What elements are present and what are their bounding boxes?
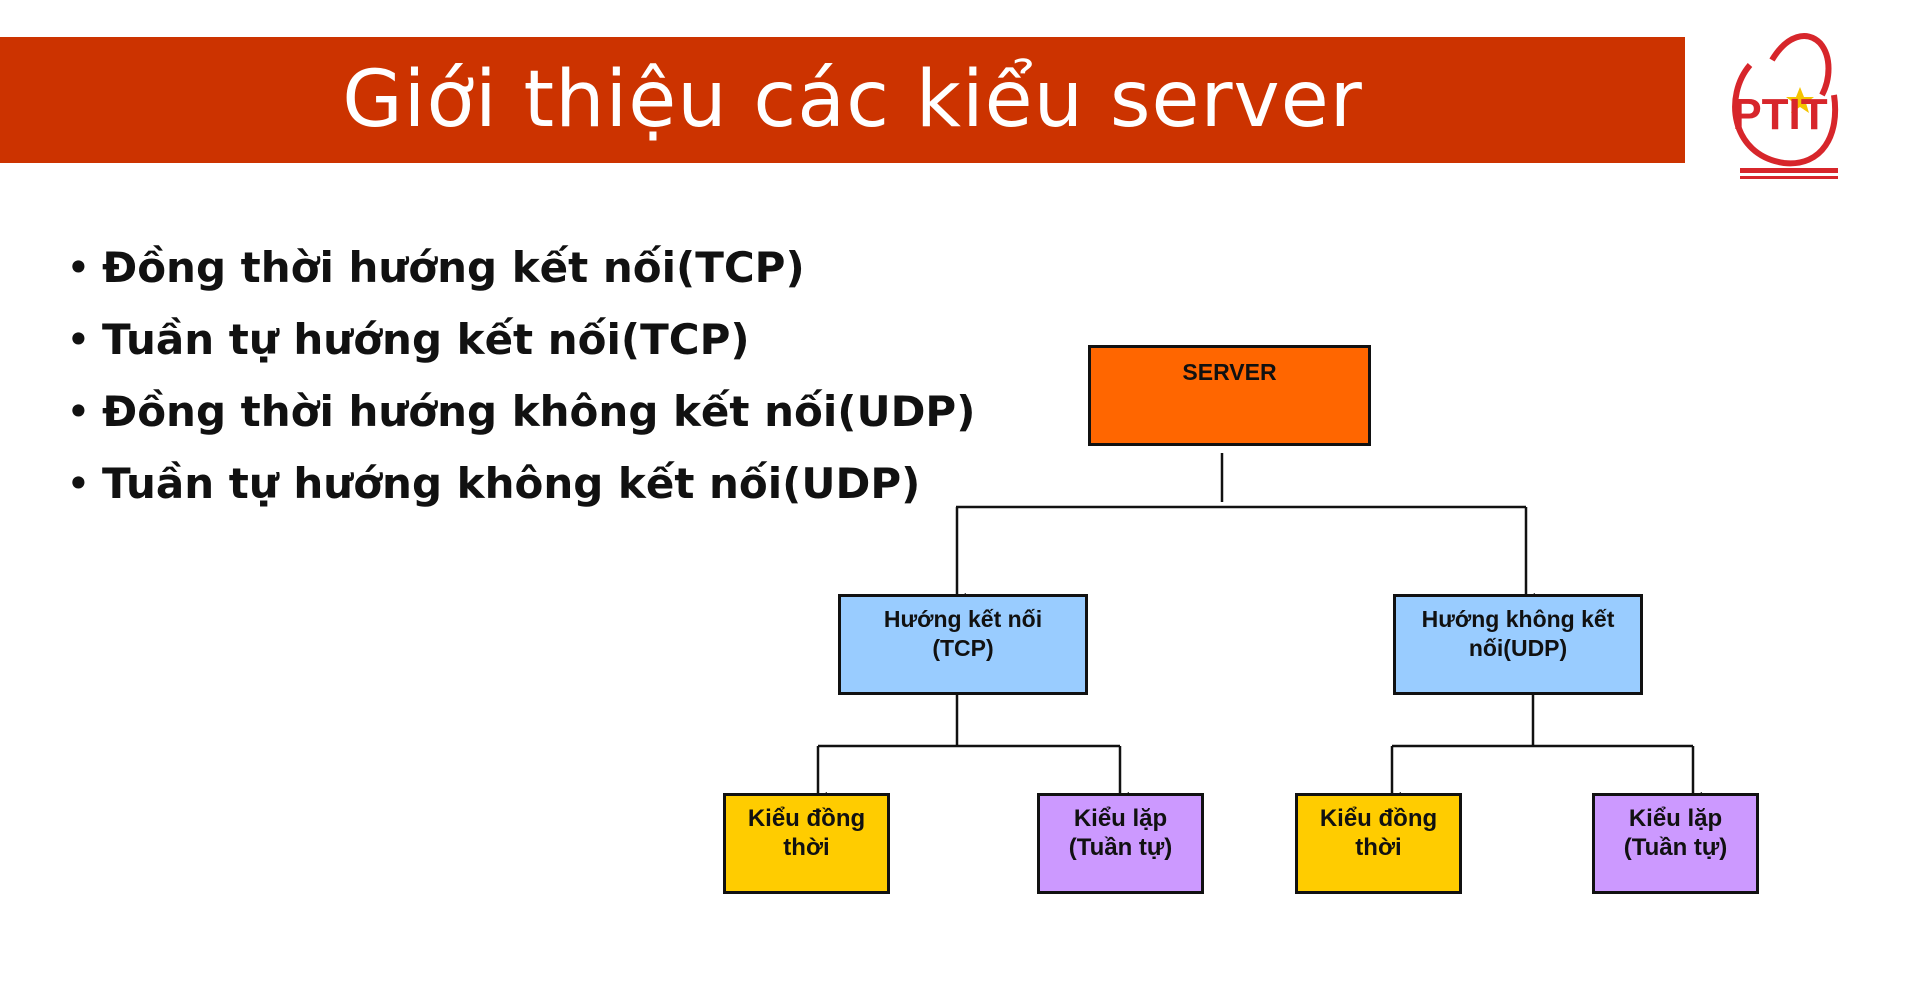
udp-label-line2: nối(UDP) bbox=[1468, 635, 1568, 661]
tcp-label-line1: Hướng kết nối bbox=[883, 606, 1043, 632]
tcp-label-line2: (TCP) bbox=[932, 635, 994, 661]
tcp-concurrent-node: Kiểu đồng thời bbox=[723, 793, 890, 894]
udp-label-line1: Hướng không kết bbox=[1421, 606, 1615, 632]
server-node: SERVER bbox=[1088, 345, 1371, 446]
udp-iterative-node: Kiểu lặp (Tuần tự) bbox=[1592, 793, 1759, 894]
server-label: SERVER bbox=[1182, 359, 1277, 385]
udp-concurrent-node: Kiểu đồng thời bbox=[1295, 793, 1462, 894]
tcp-iterative-node: Kiểu lặp (Tuần tự) bbox=[1037, 793, 1204, 894]
udp-node: Hướng không kết nối(UDP) bbox=[1393, 594, 1643, 695]
tcp-node: Hướng kết nối (TCP) bbox=[838, 594, 1088, 695]
